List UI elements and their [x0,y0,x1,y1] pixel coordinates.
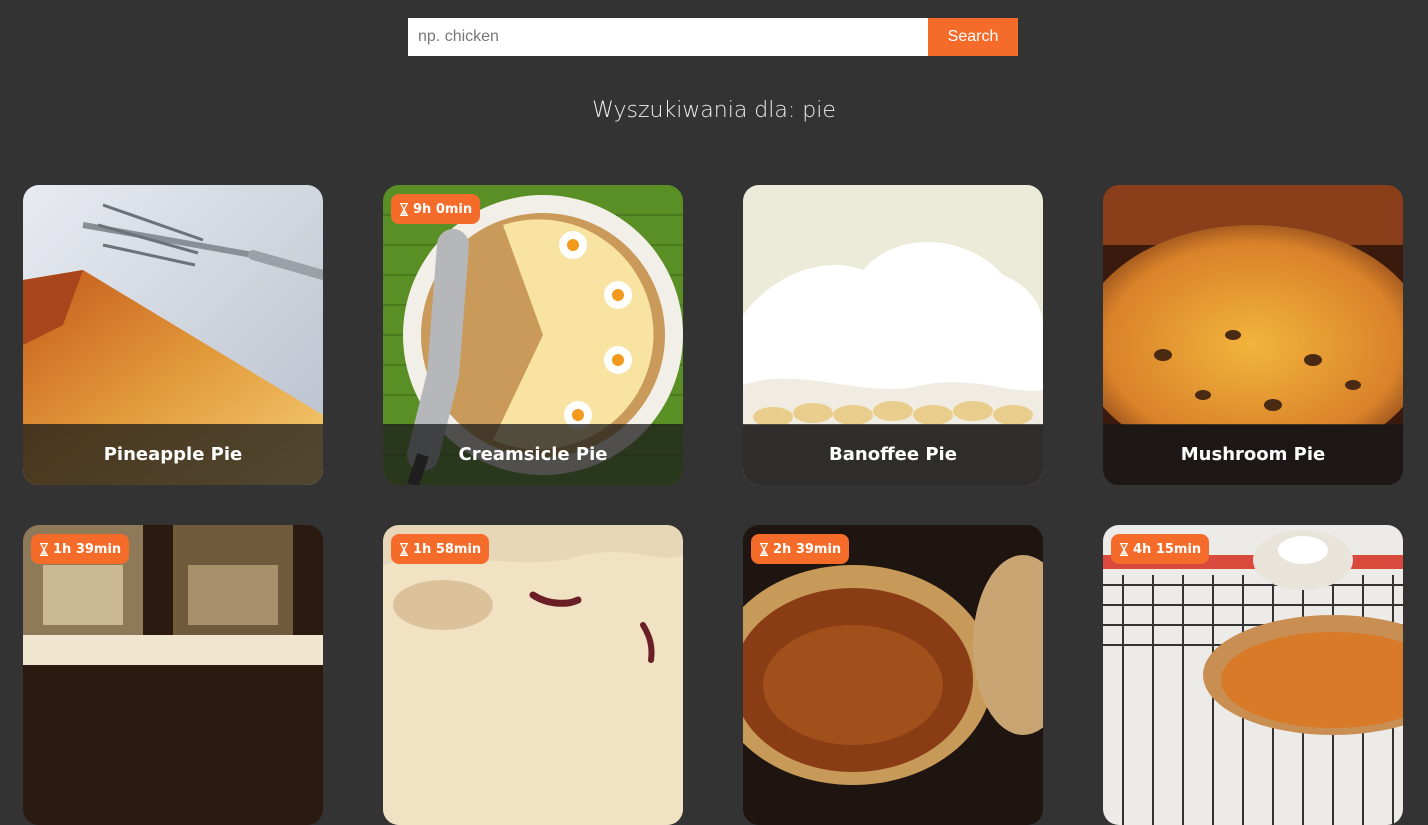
recipe-card[interactable]: 4h 15min [1103,525,1403,825]
recipe-image [1103,525,1403,825]
recipe-image [383,525,683,825]
results-heading: Wyszukiwania dla: pie [592,98,836,123]
recipe-card[interactable]: 1h 39min [23,525,323,825]
cook-time-badge: 1h 58min [391,534,490,564]
hourglass-icon [400,542,408,556]
recipe-title: Mushroom Pie [1180,444,1326,465]
cook-time-badge: 2h 39min [751,534,850,564]
hourglass-icon [40,542,48,556]
card-title-bar: Creamsicle Pie [383,424,683,485]
recipe-card[interactable]: 2h 39min [743,525,1043,825]
recipe-image [743,525,1043,825]
recipe-image [23,525,323,825]
search-input[interactable] [408,18,928,56]
hourglass-icon [760,542,768,556]
card-title-bar: Pineapple Pie [23,424,323,485]
cook-time-badge: 4h 15min [1111,534,1210,564]
recipe-title: Banoffee Pie [829,444,957,465]
card-title-bar: Banoffee Pie [743,424,1043,485]
recipe-title: Pineapple Pie [103,444,243,465]
recipe-card[interactable]: Pineapple Pie [23,185,323,485]
recipe-grid: Pineapple Pie 9h 0min Creamsicle Pie Ban… [23,185,1403,825]
recipe-card[interactable]: 9h 0min Creamsicle Pie [383,185,683,485]
search-button[interactable]: Search [928,18,1018,56]
hourglass-icon [1120,542,1128,556]
hourglass-icon [400,202,408,216]
cook-time: 9h 0min [413,201,473,217]
cook-time: 2h 39min [773,541,842,557]
card-title-bar: Mushroom Pie [1103,424,1403,485]
cook-time: 4h 15min [1133,541,1202,557]
recipe-card[interactable]: 1h 58min [383,525,683,825]
recipe-card[interactable]: Banoffee Pie [743,185,1043,485]
search-bar: Search [408,18,1018,56]
cook-time: 1h 39min [53,541,122,557]
cook-time: 1h 58min [413,541,482,557]
recipe-title: Creamsicle Pie [458,444,608,465]
cook-time-badge: 9h 0min [391,194,481,224]
recipe-card[interactable]: Mushroom Pie [1103,185,1403,485]
cook-time-badge: 1h 39min [31,534,130,564]
